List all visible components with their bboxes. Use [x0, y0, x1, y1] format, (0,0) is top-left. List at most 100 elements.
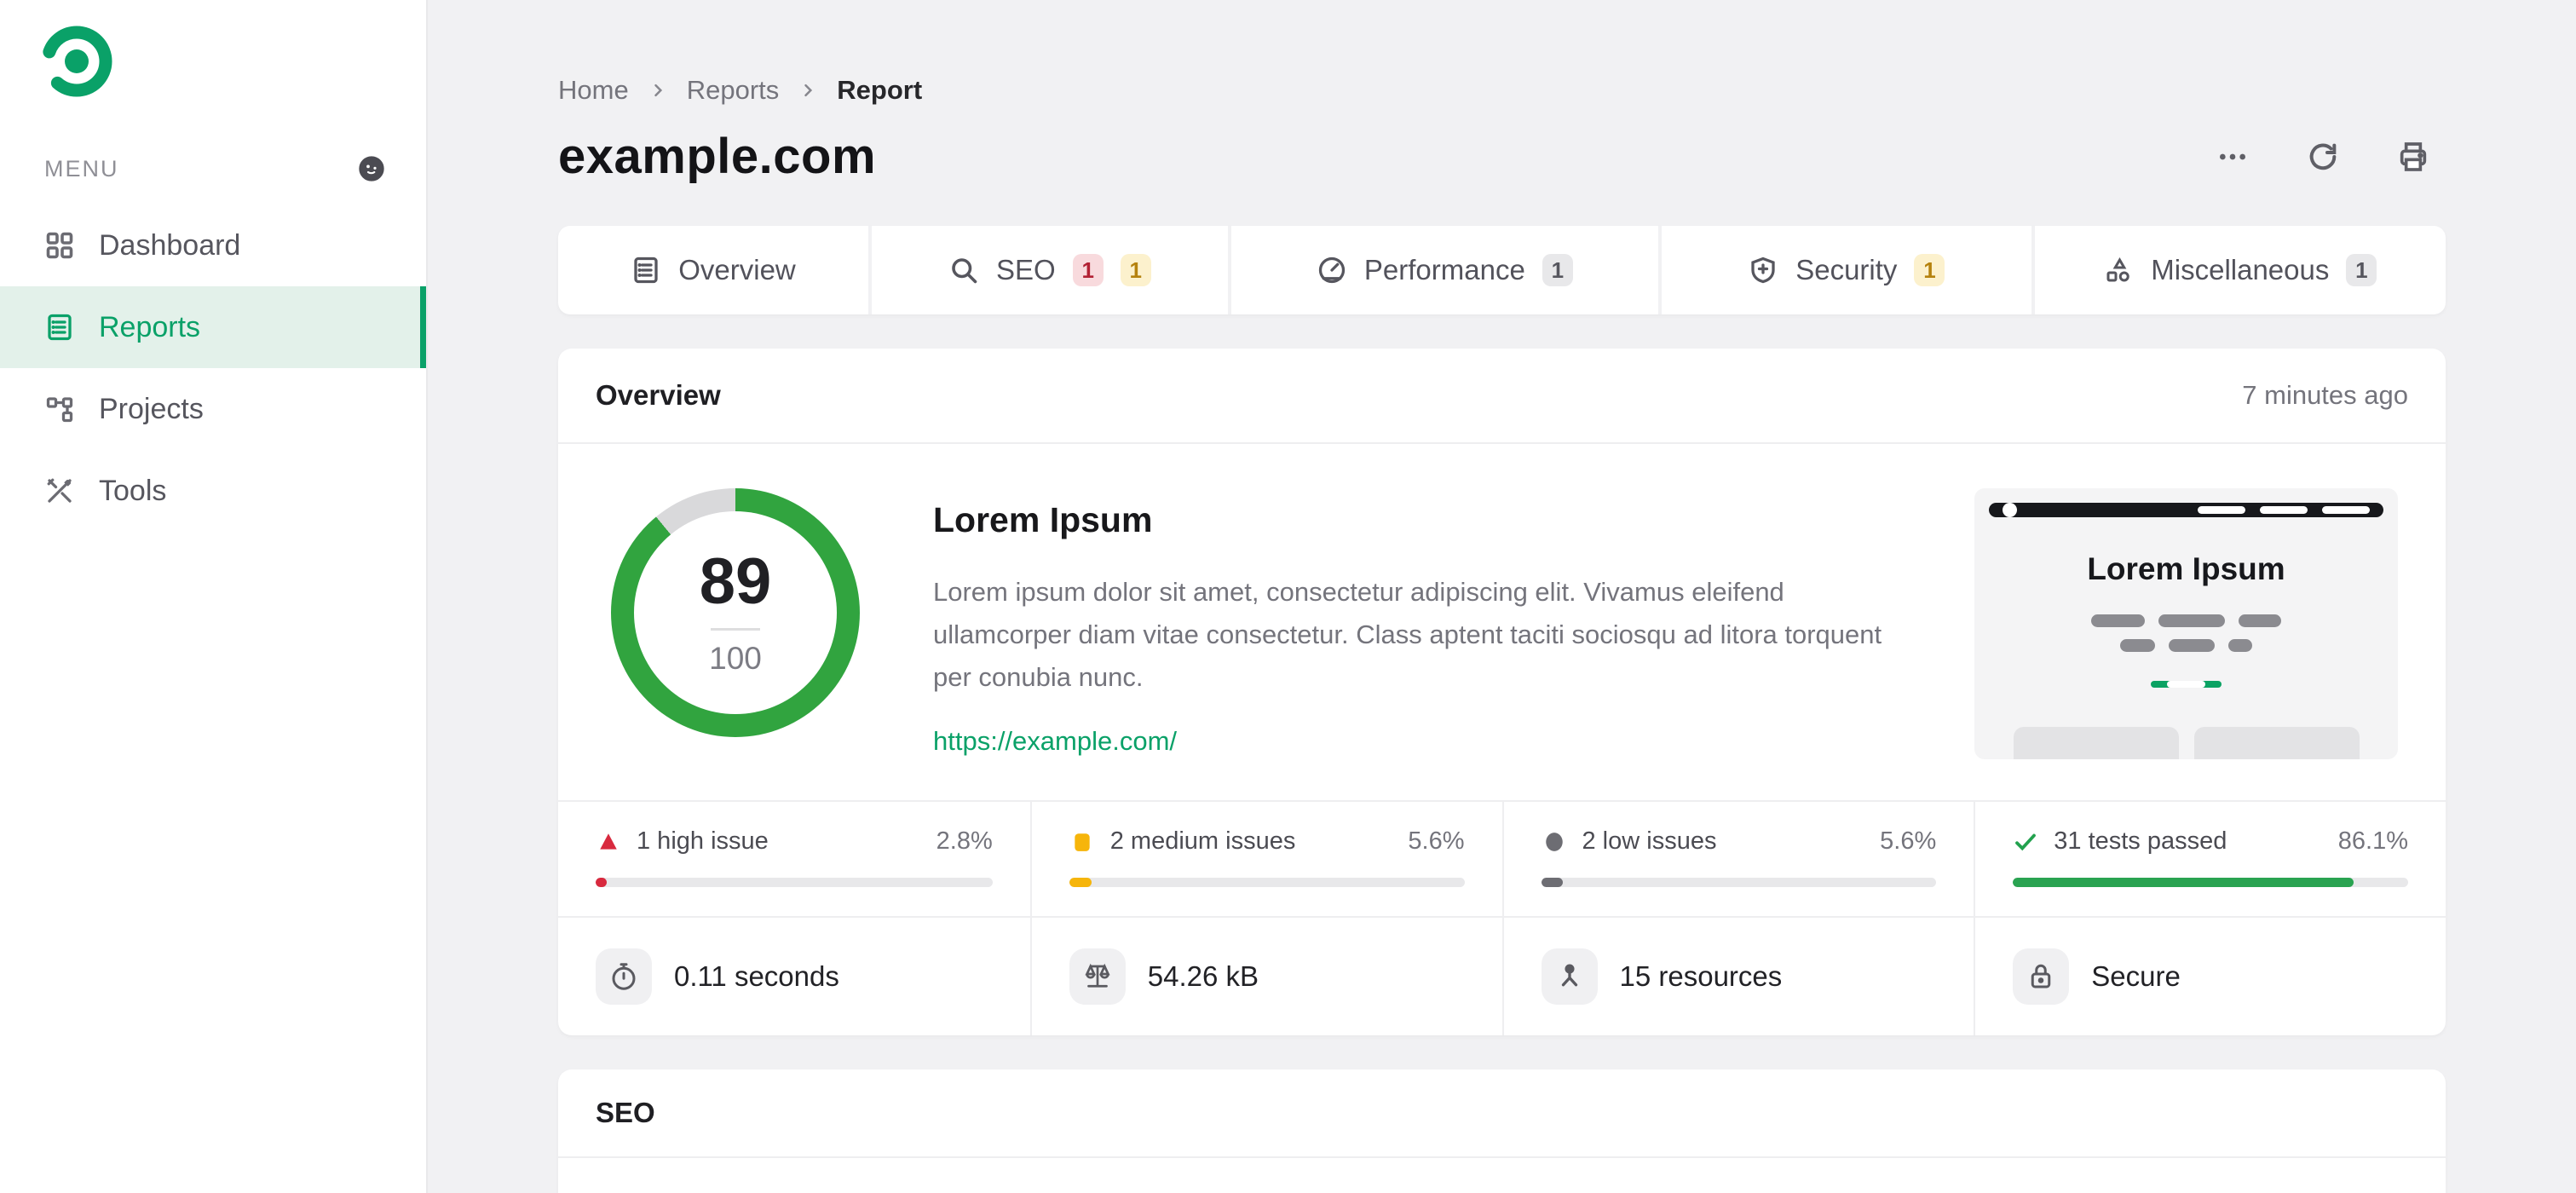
projects-icon: [44, 394, 75, 424]
stopwatch-icon: [596, 948, 652, 1005]
sidebar-item-label: Tools: [99, 474, 167, 507]
resources-icon: [1541, 948, 1598, 1005]
score-divider: [711, 627, 760, 631]
metric-label: 54.26 kB: [1147, 960, 1259, 992]
sidebar-nav: Dashboard Reports Projects Tools: [0, 205, 426, 532]
more-icon[interactable]: [2216, 140, 2250, 174]
stat-high-issues: 1 high issue 2.8%: [558, 802, 1030, 916]
overview-card: Overview 7 minutes ago 89 100 Lorem Ipsu…: [558, 349, 2446, 1035]
security-icon: [1748, 255, 1778, 285]
refresh-icon[interactable]: [2306, 140, 2340, 174]
sidebar-item-dashboard[interactable]: Dashboard: [0, 205, 426, 286]
chevron-right-icon: [799, 82, 816, 99]
sidebar-item-label: Dashboard: [99, 228, 241, 262]
stat-percent: 5.6%: [1408, 827, 1465, 855]
sidebar-item-projects[interactable]: Projects: [0, 368, 426, 450]
stat-progress-bar: [596, 878, 608, 887]
tab-label: Miscellaneous: [2151, 254, 2330, 285]
menu-label: MENU: [44, 155, 119, 182]
issues-badge: 1: [2346, 254, 2377, 286]
stat-percent: 5.6%: [1880, 827, 1937, 855]
site-preview-thumbnail: Lorem Ipsum: [1974, 488, 2398, 759]
tab-overview[interactable]: Overview: [558, 226, 869, 314]
overview-icon: [631, 255, 661, 285]
stat-label: 2 medium issues: [1109, 827, 1296, 855]
tab-label: Performance: [1363, 254, 1525, 285]
score-max: 100: [709, 640, 762, 676]
stat-progress-bar: [1541, 878, 1564, 887]
performance-icon: [1317, 255, 1347, 285]
sidebar-item-label: Projects: [99, 392, 204, 425]
tab-label: Security: [1795, 254, 1898, 285]
chevron-right-icon: [649, 82, 666, 99]
report-timestamp: 7 minutes ago: [2242, 380, 2408, 410]
breadcrumb-current: Report: [837, 75, 923, 105]
stat-progress-bar: [1069, 878, 1092, 887]
tab-performance[interactable]: Performance 1: [1230, 226, 1658, 314]
issue-stats-row: 1 high issue 2.8% 2 medium issues 5.6% 2…: [558, 800, 2446, 916]
stat-medium-issues: 2 medium issues 5.6%: [1029, 802, 1502, 916]
preview-heading: Lorem Ipsum: [2087, 551, 2285, 586]
stat-label: 1 high issue: [637, 827, 769, 855]
preview-browser-bar: [1989, 503, 2383, 517]
stat-label: 2 low issues: [1582, 827, 1717, 855]
stat-percent: 2.8%: [936, 827, 993, 855]
tab-seo[interactable]: SEO 1 1: [872, 226, 1228, 314]
miscellaneous-icon: [2103, 255, 2134, 285]
sidebar-item-reports[interactable]: Reports: [0, 286, 426, 368]
stat-tests-passed: 31 tests passed 86.1%: [1974, 802, 2446, 916]
issues-badge: 1: [1542, 254, 1573, 286]
breadcrumb: Home Reports Report: [558, 75, 2446, 106]
preview-text-lines: [2091, 614, 2281, 652]
main-content: Home Reports Report example.com Overview…: [428, 0, 2576, 1193]
stat-label: 31 tests passed: [2054, 827, 2227, 855]
sidebar: MENU Dashboard Reports Projects Tools: [0, 0, 428, 1193]
stat-progress-bar: [2013, 878, 2354, 887]
report-tabs: Overview SEO 1 1 Performance 1 Security …: [558, 226, 2446, 314]
persona-icon[interactable]: [358, 155, 385, 182]
site-title: Lorem Ipsum: [933, 500, 1153, 539]
triangle-icon: [596, 829, 621, 855]
preview-logo-dot: [2003, 503, 2017, 517]
preview-footer-blocks: [2013, 727, 2360, 759]
metric-security: Secure: [1974, 918, 2446, 1035]
overview-section-title: Overview: [596, 379, 721, 411]
sidebar-item-tools[interactable]: Tools: [0, 450, 426, 532]
app-logo-icon[interactable]: [41, 26, 426, 97]
seo-card: SEO: [558, 1069, 2446, 1193]
check-icon: [2013, 829, 2038, 855]
grid-icon: [44, 230, 75, 261]
score-value: 89: [699, 545, 772, 618]
preview-nav-bars: [2198, 506, 2370, 514]
circle-icon: [1542, 829, 1567, 855]
preview-cta-button: [2151, 681, 2222, 688]
metric-load-time: 0.11 seconds: [558, 918, 1030, 1035]
sidebar-item-label: Reports: [99, 310, 201, 343]
site-description: Lorem ipsum dolor sit amet, consectetur …: [933, 577, 1882, 692]
issues-badge: 1: [1914, 254, 1945, 286]
metrics-row: 0.11 seconds 54.26 kB 15 resources Secur…: [558, 916, 2446, 1035]
breadcrumb-home[interactable]: Home: [558, 75, 629, 106]
metric-label: Secure: [2091, 960, 2181, 992]
tab-security[interactable]: Security 1: [1662, 226, 2031, 314]
lock-icon: [2013, 948, 2070, 1005]
tab-label: SEO: [996, 254, 1056, 285]
square-icon: [1069, 829, 1095, 855]
high-issues-badge: 1: [1072, 254, 1104, 286]
print-icon[interactable]: [2396, 140, 2430, 174]
medium-issues-badge: 1: [1120, 254, 1151, 286]
stat-percent: 86.1%: [2337, 827, 2408, 855]
metric-page-size: 54.26 kB: [1029, 918, 1502, 1035]
tab-label: Overview: [678, 254, 796, 285]
site-url-link[interactable]: https://example.com/: [933, 726, 1177, 757]
seo-section-title: SEO: [596, 1097, 655, 1128]
tab-miscellaneous[interactable]: Miscellaneous 1: [2034, 226, 2446, 314]
search-icon: [948, 255, 979, 285]
stat-low-issues: 2 low issues 5.6%: [1501, 802, 1974, 916]
scale-icon: [1069, 948, 1126, 1005]
title-actions: [2216, 140, 2446, 174]
report-icon: [44, 312, 75, 343]
score-gauge: 89 100: [611, 488, 860, 737]
tools-icon: [44, 475, 75, 506]
breadcrumb-reports[interactable]: Reports: [687, 75, 780, 106]
